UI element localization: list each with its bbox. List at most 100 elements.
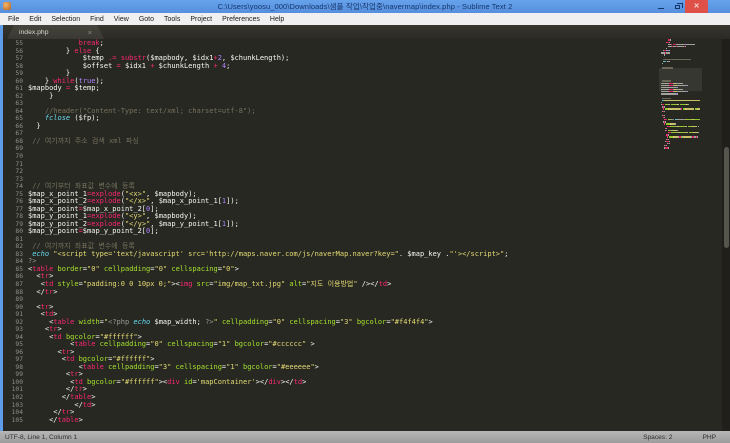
vertical-scrollbar[interactable]	[722, 39, 730, 431]
code-line: 66 }	[3, 123, 508, 131]
line-number: 89	[3, 296, 23, 304]
code-line: 103 </td>	[3, 402, 508, 410]
line-number: 94	[3, 334, 23, 342]
menu-file[interactable]: File	[3, 13, 24, 25]
scrollbar-thumb[interactable]	[724, 147, 729, 248]
line-number: 90	[3, 304, 23, 312]
code-text	[23, 145, 28, 153]
window-title: C:\Users\yoosu_000\Downloads\샘플 작업\작업중\n…	[0, 1, 730, 12]
close-button[interactable]: ✕	[685, 0, 708, 13]
line-number: 80	[3, 228, 23, 236]
menu-selection[interactable]: Selection	[46, 13, 85, 25]
sublime-icon	[3, 2, 11, 10]
tab-index-php[interactable]: index.php ×	[7, 25, 104, 39]
menu-tools[interactable]: Tools	[159, 13, 185, 25]
line-number: 64	[3, 108, 23, 116]
line-number: 93	[3, 326, 23, 334]
line-number: 88	[3, 289, 23, 297]
line-number: 96	[3, 349, 23, 357]
line-number: 98	[3, 364, 23, 372]
sublime-window: C:\Users\yoosu_000\Downloads\샘플 작업\작업중\n…	[0, 0, 730, 443]
line-number: 56	[3, 48, 23, 56]
line-number: 79	[3, 221, 23, 229]
line-number: 95	[3, 341, 23, 349]
restore-button[interactable]	[669, 0, 685, 13]
title-bar[interactable]: C:\Users\yoosu_000\Downloads\샘플 작업\작업중\n…	[0, 0, 730, 13]
line-number: 73	[3, 176, 23, 184]
minimap[interactable]	[661, 39, 700, 431]
tab-close-icon[interactable]: ×	[88, 28, 92, 37]
line-number: 101	[3, 386, 23, 394]
code-line: 88 </tr>	[3, 289, 508, 297]
close-icon: ✕	[694, 3, 700, 10]
menu-edit[interactable]: Edit	[24, 13, 46, 25]
code-text	[23, 168, 28, 176]
code-line: 87 <td style="padding:0 0 10px 0;"><img …	[3, 281, 508, 289]
line-number: 61	[3, 85, 23, 93]
line-number: 69	[3, 145, 23, 153]
code-line: 95 <table cellpadding="0" cellspacing="1…	[3, 341, 508, 349]
line-number: 91	[3, 311, 23, 319]
tab-bar: index.php ×	[3, 25, 730, 39]
line-number: 92	[3, 319, 23, 327]
line-number: 72	[3, 168, 23, 176]
code-line: 80$map_y_point=$map_y_point_2[0];	[3, 228, 508, 236]
code-line: 92 <table width="<?php echo $map_width; …	[3, 319, 508, 327]
code-text: <table border="0" cellpadding="0" cellsp…	[23, 266, 239, 274]
code-text: // 여기까지 주소 검색 xml 파싱	[23, 138, 139, 146]
line-number: 70	[3, 153, 23, 161]
code-text: </tr>	[23, 289, 58, 297]
code-line: 90 <tr>	[3, 304, 508, 312]
line-number: 97	[3, 356, 23, 364]
code-line: 89	[3, 296, 508, 304]
line-number: 65	[3, 115, 23, 123]
restore-icon	[675, 5, 680, 9]
menu-bar: FileEditSelectionFindViewGotoToolsProjec…	[0, 13, 730, 25]
code-line: 72	[3, 168, 508, 176]
line-number: 87	[3, 281, 23, 289]
line-number: 74	[3, 183, 23, 191]
line-number: 55	[3, 40, 23, 48]
code-text: </table>	[23, 417, 83, 425]
line-number: 105	[3, 417, 23, 425]
line-number: 86	[3, 273, 23, 281]
code-line: 85<table border="0" cellpadding="0" cell…	[3, 266, 508, 274]
line-number: 85	[3, 266, 23, 274]
editor-pane[interactable]: 55 break;56 } else {57 $temp .= substr($…	[3, 39, 730, 431]
line-number: 104	[3, 409, 23, 417]
code-line: 105 </table>	[3, 417, 508, 425]
code-text: <table width="<?php echo $map_width; ?>"…	[23, 319, 433, 327]
code-text	[23, 161, 28, 169]
code-text: $map_y_point=$map_y_point_2[0];	[23, 228, 159, 236]
indent-settings-status[interactable]: Spaces: 2	[643, 434, 672, 441]
code-line: 68 // 여기까지 주소 검색 xml 파싱	[3, 138, 508, 146]
code-area[interactable]: 55 break;56 } else {57 $temp .= substr($…	[3, 40, 508, 424]
line-number: 67	[3, 130, 23, 138]
line-number: 81	[3, 236, 23, 244]
code-text: echo "<script type='text/javascript' src…	[23, 251, 508, 259]
code-line: 70	[3, 153, 508, 161]
code-line: 71	[3, 161, 508, 169]
line-number: 60	[3, 78, 23, 86]
line-number: 83	[3, 251, 23, 259]
menu-find[interactable]: Find	[85, 13, 109, 25]
line-number: 75	[3, 191, 23, 199]
minimize-button[interactable]	[653, 0, 669, 13]
menu-project[interactable]: Project	[185, 13, 217, 25]
line-number: 84	[3, 258, 23, 266]
line-number: 100	[3, 379, 23, 387]
code-line: 62 }	[3, 93, 508, 101]
code-text: }	[23, 123, 41, 131]
code-line: 61$mapbody = $temp;	[3, 85, 508, 93]
menu-preferences[interactable]: Preferences	[217, 13, 265, 25]
line-number: 82	[3, 243, 23, 251]
menu-view[interactable]: View	[109, 13, 134, 25]
menu-goto[interactable]: Goto	[134, 13, 159, 25]
menu-help[interactable]: Help	[265, 13, 289, 25]
window-controls: ✕	[653, 0, 708, 13]
line-number: 99	[3, 371, 23, 379]
line-number: 63	[3, 100, 23, 108]
syntax-mode-status[interactable]: PHP	[702, 434, 716, 441]
line-number: 57	[3, 55, 23, 63]
code-line: 83 echo "<script type='text/javascript' …	[3, 251, 508, 259]
